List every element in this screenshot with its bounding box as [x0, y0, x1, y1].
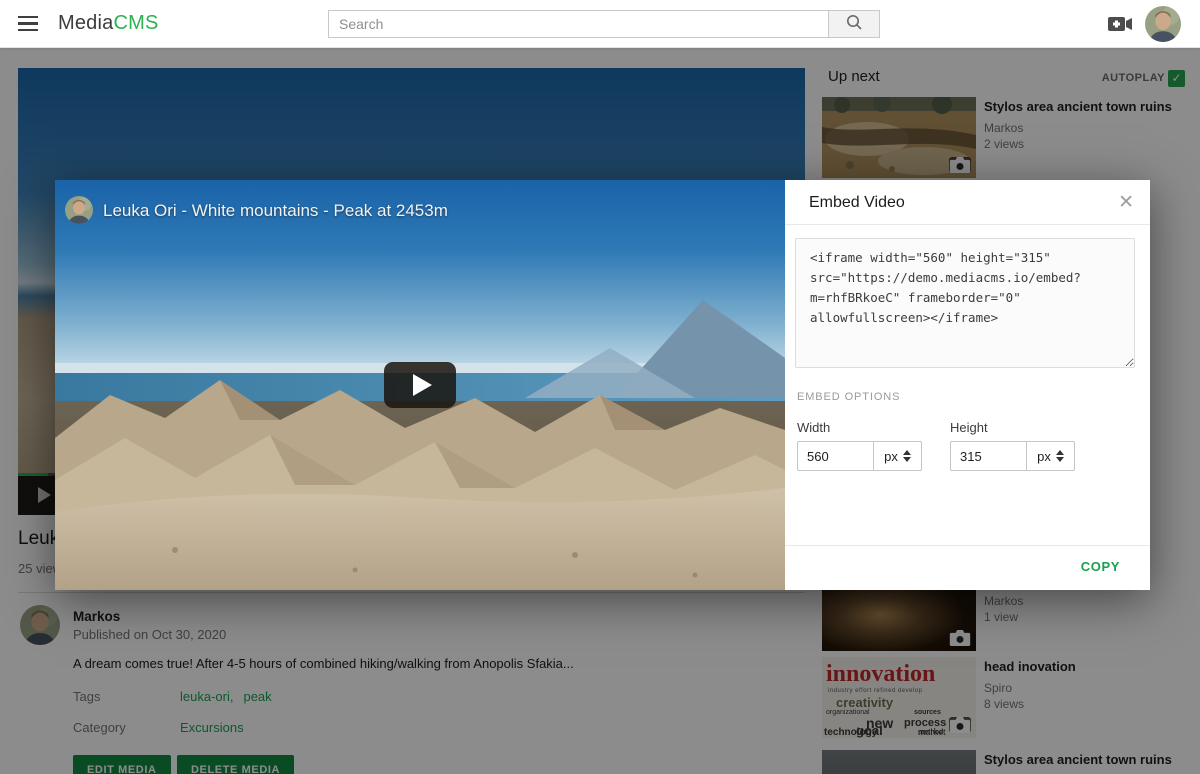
width-label: Width: [797, 420, 830, 435]
upload-video-icon[interactable]: [1108, 15, 1134, 33]
preview-video-title[interactable]: Leuka Ori - White mountains - Peak at 24…: [103, 201, 448, 221]
height-unit-select[interactable]: px: [1026, 441, 1075, 471]
embed-code-textarea[interactable]: <iframe width="560" height="315" src="ht…: [795, 238, 1135, 368]
play-icon: [413, 374, 432, 396]
search-button[interactable]: [828, 10, 880, 38]
embed-video-modal: Leuka Ori - White mountains - Peak at 24…: [55, 180, 1150, 590]
unit-label: px: [1037, 449, 1051, 464]
width-field: px: [797, 441, 922, 471]
top-navbar: MediaCMS: [0, 0, 1200, 48]
menu-icon[interactable]: [18, 16, 38, 32]
preview-author-avatar[interactable]: [65, 196, 93, 224]
embed-options-panel: Embed Video ✕ <iframe width="560" height…: [785, 180, 1150, 590]
copy-button[interactable]: COPY: [1081, 559, 1120, 574]
search-input[interactable]: [328, 10, 829, 38]
search-bar: [328, 10, 880, 38]
logo-media-text: Media: [58, 12, 113, 34]
modal-title: Embed Video: [809, 194, 905, 212]
unit-label: px: [884, 449, 898, 464]
height-field: px: [950, 441, 1075, 471]
embed-options-label: EMBED OPTIONS: [797, 391, 900, 403]
height-input[interactable]: [950, 441, 1027, 471]
width-unit-select[interactable]: px: [873, 441, 922, 471]
embed-video-preview[interactable]: Leuka Ori - White mountains - Peak at 24…: [55, 180, 785, 590]
width-input[interactable]: [797, 441, 874, 471]
app-logo[interactable]: MediaCMS: [58, 12, 159, 35]
spinner-icon: [1056, 450, 1064, 462]
spinner-icon: [903, 450, 911, 462]
close-icon[interactable]: ✕: [1118, 191, 1134, 214]
logo-cms-text: CMS: [113, 12, 158, 34]
modal-footer: COPY: [785, 545, 1150, 590]
modal-header: Embed Video ✕: [785, 180, 1150, 225]
height-label: Height: [950, 420, 988, 435]
preview-play-button[interactable]: [384, 362, 456, 408]
mediacms-page: MediaCMS Leuka Ori - White mountains - P…: [0, 0, 1200, 774]
user-avatar[interactable]: [1145, 6, 1181, 42]
search-icon: [845, 13, 863, 36]
